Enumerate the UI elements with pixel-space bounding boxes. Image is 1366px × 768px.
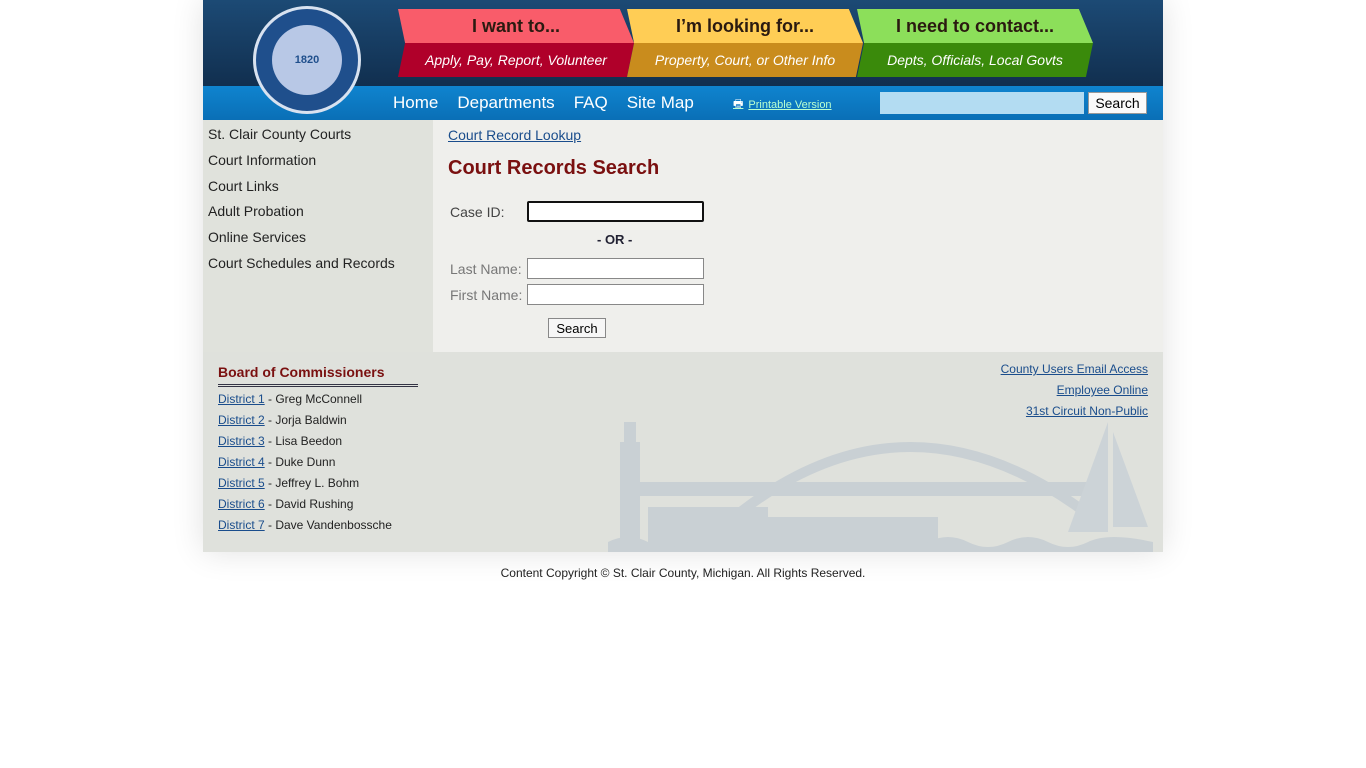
footer-links: County Users Email Access Employee Onlin… xyxy=(1001,362,1148,425)
district-link[interactable]: District 2 xyxy=(218,413,265,427)
district-link[interactable]: District 4 xyxy=(218,455,265,469)
commissioner-name: - Duke Dunn xyxy=(264,455,336,469)
search-button[interactable]: Search xyxy=(1088,92,1147,114)
printable-label: Printable Version xyxy=(748,98,832,111)
page-container: 1820 I want to... Apply, Pay, Report, Vol… xyxy=(203,0,1163,552)
banner-subtitle: Depts, Officials, Local Govts xyxy=(857,43,1093,77)
breadcrumb-court-record-lookup[interactable]: Court Record Lookup xyxy=(448,127,581,143)
district-item: District 1 - Greg McConnell xyxy=(218,392,392,413)
employee-online-link[interactable]: Employee Online xyxy=(1057,383,1148,397)
bridge-lighthouse-illustration xyxy=(608,422,1153,552)
commissioner-name: - Dave Vandenbossche xyxy=(264,518,392,532)
banner-subtitle: Property, Court, or Other Info xyxy=(627,43,863,77)
commissioner-name: - Greg McConnell xyxy=(264,392,363,406)
sidebar-item-court-information[interactable]: Court Information xyxy=(203,151,433,177)
board-of-commissioners-heading: Board of Commissioners xyxy=(218,364,418,387)
district-link[interactable]: District 3 xyxy=(218,434,265,448)
district-item: District 2 - Jorja Baldwin xyxy=(218,413,392,434)
nav-home[interactable]: Home xyxy=(393,93,438,113)
banner-need-to-contact[interactable]: I need to contact... Depts, Officials, Lo… xyxy=(857,9,1093,77)
district-item: District 4 - Duke Dunn xyxy=(218,455,392,476)
main-content: Court Record Lookup Court Records Search… xyxy=(433,120,1163,352)
sidebar-item-courts[interactable]: St. Clair County Courts xyxy=(203,125,433,151)
banner-title: I’m looking for... xyxy=(627,9,863,43)
copyright: Content Copyright © St. Clair County, Mi… xyxy=(500,566,866,580)
printable-version-link[interactable]: 🖶 Printable Version xyxy=(733,95,832,114)
district-item: District 7 - Dave Vandenbossche xyxy=(218,518,392,539)
district-link[interactable]: District 7 xyxy=(218,518,265,532)
district-link[interactable]: District 6 xyxy=(218,497,265,511)
or-separator: - OR - xyxy=(597,232,633,247)
county-seal-logo[interactable]: 1820 xyxy=(253,6,361,114)
commissioner-name: - Lisa Beedon xyxy=(264,434,343,448)
page-title: Court Records Search xyxy=(448,157,660,179)
commissioner-name: - Jeffrey L. Bohm xyxy=(264,476,360,490)
district-item: District 6 - David Rushing xyxy=(218,497,392,518)
circuit-non-public-link[interactable]: 31st Circuit Non-Public xyxy=(1026,404,1148,418)
case-id-input[interactable] xyxy=(527,201,704,222)
search-input[interactable] xyxy=(880,92,1084,114)
banner-looking-for[interactable]: I’m looking for... Property, Court, or Ot… xyxy=(627,9,863,77)
printer-icon: 🖶 xyxy=(733,98,744,110)
district-link[interactable]: District 5 xyxy=(218,476,265,490)
last-name-label: Last Name: xyxy=(450,261,522,277)
last-name-input[interactable] xyxy=(527,258,704,279)
sidebar-item-court-schedules[interactable]: Court Schedules and Records xyxy=(203,254,433,280)
banner-subtitle: Apply, Pay, Report, Volunteer xyxy=(398,43,634,77)
sidebar-item-adult-probation[interactable]: Adult Probation xyxy=(203,202,433,228)
banner-i-want-to[interactable]: I want to... Apply, Pay, Report, Voluntee… xyxy=(398,9,634,77)
court-search-button[interactable]: Search xyxy=(548,318,606,338)
first-name-label: First Name: xyxy=(450,287,523,303)
first-name-input[interactable] xyxy=(527,284,704,305)
commissioner-name: - David Rushing xyxy=(264,497,354,511)
header: 1820 I want to... Apply, Pay, Report, Vol… xyxy=(203,0,1163,114)
case-id-label: Case ID: xyxy=(450,204,505,220)
sidebar-item-online-services[interactable]: Online Services xyxy=(203,228,433,254)
nav-site-map[interactable]: Site Map xyxy=(627,93,694,113)
banner-title: I want to... xyxy=(398,9,634,43)
district-list: District 1 - Greg McConnell District 2 - … xyxy=(218,392,392,539)
nav-departments[interactable]: Departments xyxy=(457,93,554,113)
sidebar-item-court-links[interactable]: Court Links xyxy=(203,177,433,203)
footer: Board of Commissioners District 1 - Greg… xyxy=(203,352,1163,552)
commissioner-name: - Jorja Baldwin xyxy=(264,413,347,427)
district-item: District 5 - Jeffrey L. Bohm xyxy=(218,476,392,497)
district-link[interactable]: District 1 xyxy=(218,392,265,406)
banner-title: I need to contact... xyxy=(857,9,1093,43)
sidebar: St. Clair County Courts Court Informatio… xyxy=(203,120,433,352)
nav-faq[interactable]: FAQ xyxy=(574,93,608,113)
county-users-email-link[interactable]: County Users Email Access xyxy=(1001,362,1148,376)
district-item: District 3 - Lisa Beedon xyxy=(218,434,392,455)
